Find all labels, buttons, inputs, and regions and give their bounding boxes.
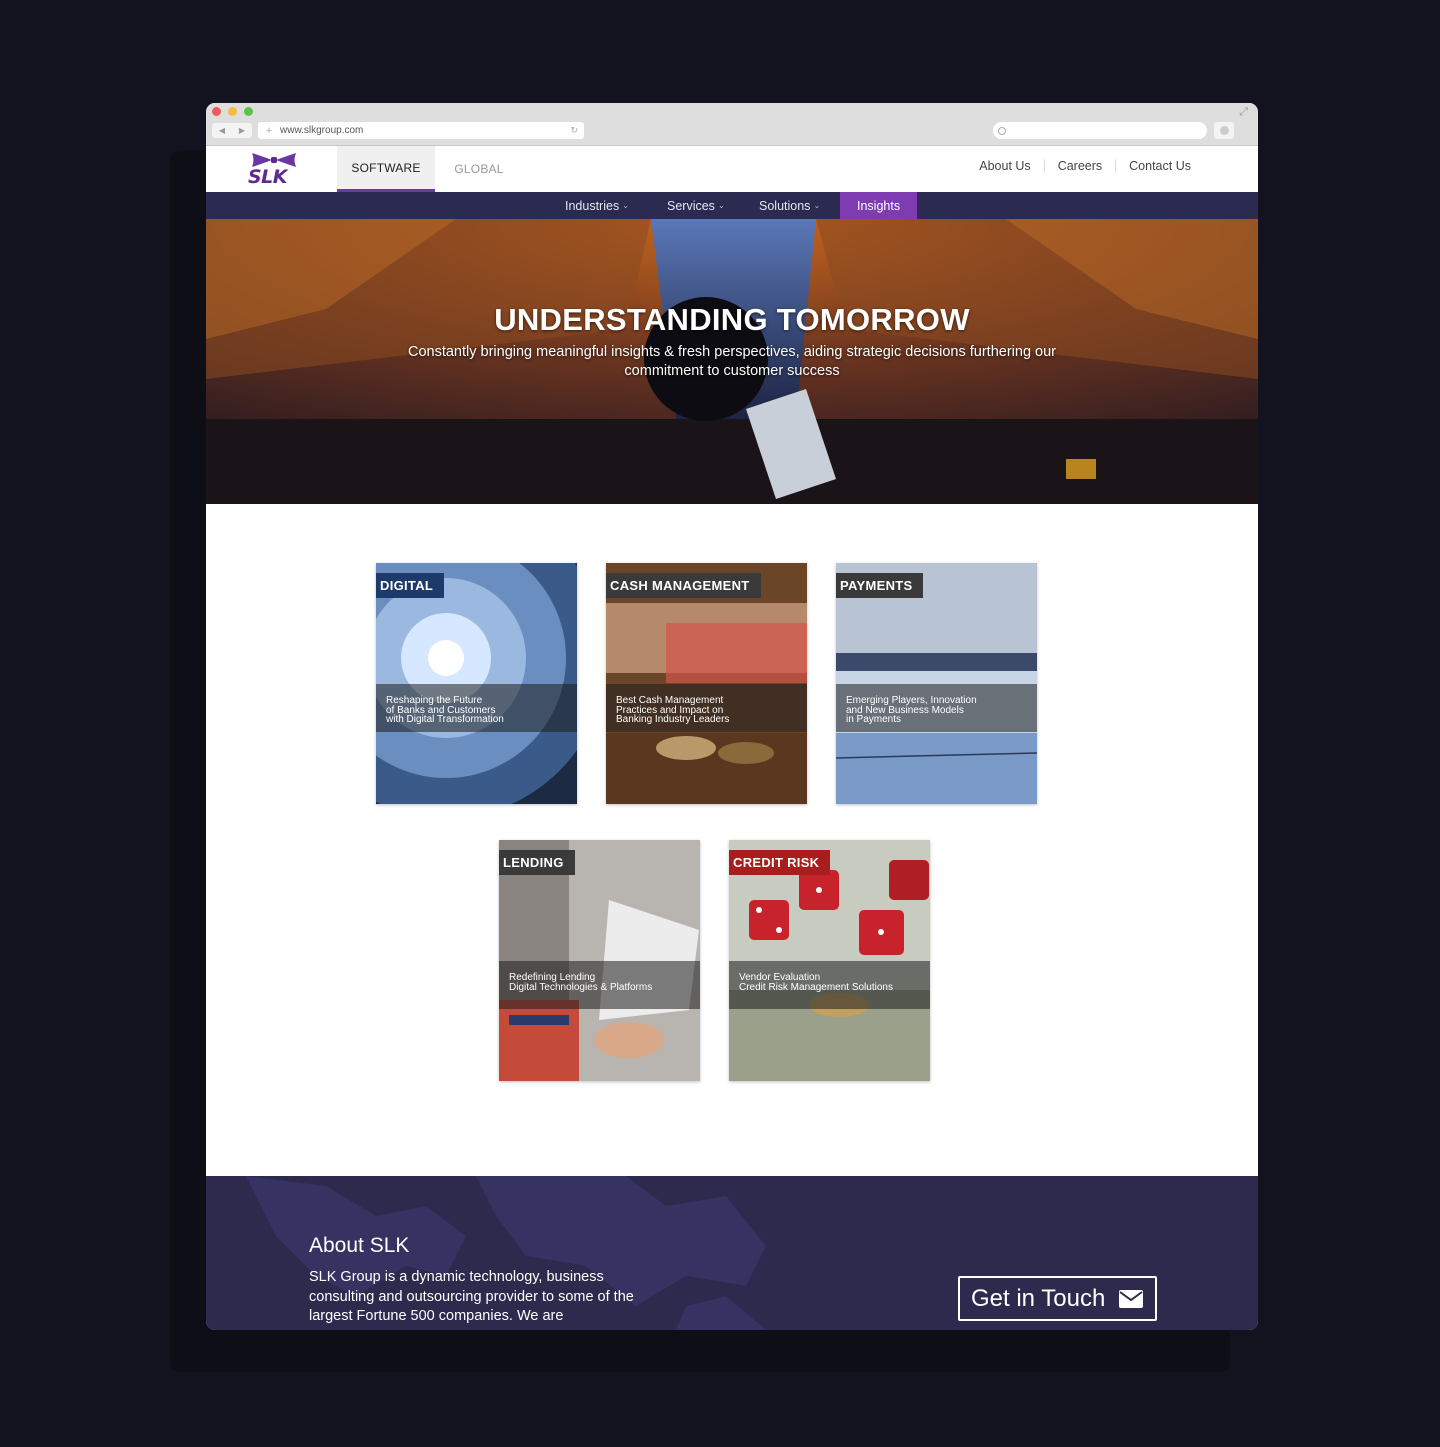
forward-arrow-icon[interactable]: ▶ [239, 126, 245, 135]
nav-insights[interactable]: Insights [840, 192, 918, 219]
url-text: www.slkgroup.com [280, 125, 364, 136]
back-forward-buttons[interactable]: ◀ ▶ [212, 123, 252, 138]
close-window-dot[interactable] [212, 107, 221, 116]
nav-solutions[interactable]: Solutions ⌄ [759, 192, 820, 219]
nav-services[interactable]: Services ⌄ [667, 192, 725, 219]
card-caption-credit-risk: Vendor Evaluation Credit Risk Management… [729, 961, 930, 1009]
chevron-down-icon: ⌄ [622, 201, 629, 210]
main-navigation: Industries ⌄ Services ⌄ Solutions ⌄ Insight… [206, 192, 1258, 219]
extension-icon [1219, 126, 1229, 135]
maximize-window-dot[interactable] [244, 107, 253, 116]
careers-link[interactable]: Careers [1043, 159, 1115, 173]
reload-icon[interactable]: ↻ [570, 125, 578, 136]
search-icon [998, 126, 1006, 135]
card-caption-payments: Emerging Players, Innovation and New Bus… [836, 684, 1037, 732]
about-heading: About SLK [309, 1234, 410, 1257]
card-label-digital: DIGITAL [376, 573, 445, 598]
hero-banner: UNDERSTANDING TOMORROW Constantly bringi… [206, 219, 1258, 504]
browser-search-field[interactable] [993, 122, 1207, 139]
card-label-payments: PAYMENTS [836, 573, 924, 598]
chevron-down-icon: ⌄ [813, 201, 821, 210]
nav-industries[interactable]: Industries ⌄ [565, 192, 629, 219]
tab-software[interactable]: SOFTWARE [337, 146, 435, 192]
get-in-touch-button[interactable]: Get in Touch [958, 1276, 1157, 1321]
about-us-link[interactable]: About Us [966, 159, 1043, 173]
card-caption-digital: Reshaping the Future of Banks and Custom… [376, 684, 577, 732]
tab-global[interactable]: GLOBAL [435, 146, 523, 192]
insight-card-digital[interactable]: DIGITAL Reshaping the Future of Banks an… [376, 563, 577, 804]
card-caption-cash-management: Best Cash Management Practices and Impac… [606, 684, 807, 732]
site-header: SLK SOFTWARE GLOBAL About Us Careers Con… [206, 146, 1258, 192]
card-label-cash-management: CASH MANAGEMENT [606, 573, 761, 598]
card-caption-lending: Redefining Lending Digital Technologies … [499, 961, 700, 1009]
extension-button[interactable] [1214, 122, 1234, 139]
hero-subtitle: Constantly bringing meaningful insights … [407, 344, 1056, 379]
slk-logo[interactable]: SLK [248, 151, 298, 188]
insight-card-cash-management[interactable]: CASH MANAGEMENT Best Cash Management Pra… [606, 563, 807, 804]
envelope-icon [1119, 1289, 1144, 1308]
card-label-lending: LENDING [499, 850, 575, 875]
insight-card-credit-risk[interactable]: CREDIT RISK Vendor Evaluation Credit Ris… [729, 840, 930, 1081]
chevron-down-icon: ⌄ [717, 201, 725, 210]
address-bar[interactable]: + www.slkgroup.com ↻ [258, 122, 584, 139]
nav-services-label: Services [667, 198, 715, 213]
logo-wordmark: SLK [248, 166, 288, 188]
about-text: SLK Group is a dynamic technology, busin… [309, 1269, 634, 1324]
contact-us-link[interactable]: Contact Us [1115, 159, 1204, 173]
top-links: About Us Careers Contact Us [966, 159, 1204, 173]
browser-chrome: ◀ ▶ + www.slkgroup.com ↻ ⤢ [206, 103, 1258, 146]
nav-solutions-label: Solutions [759, 198, 811, 213]
card-label-credit-risk: CREDIT RISK [729, 850, 831, 875]
browser-window: ◀ ▶ + www.slkgroup.com ↻ ⤢ SLK SOFTWARE … [206, 103, 1258, 1330]
back-arrow-icon[interactable]: ◀ [219, 126, 225, 135]
get-in-touch-label: Get in Touch [971, 1284, 1106, 1312]
hero-title: UNDERSTANDING TOMORROW [494, 302, 970, 337]
minimize-window-dot[interactable] [228, 107, 237, 116]
insight-card-payments[interactable]: PAYMENTS Emerging Players, Innovation an… [836, 563, 1037, 804]
insight-card-lending[interactable]: LENDING Redefining Lending Digital Techn… [499, 840, 700, 1081]
about-footer: About SLK SLK Group is a dynamic technol… [206, 1176, 1258, 1330]
fullscreen-icon[interactable]: ⤢ [1239, 106, 1248, 119]
new-tab-icon[interactable]: + [258, 125, 280, 137]
nav-industries-label: Industries [565, 198, 620, 213]
